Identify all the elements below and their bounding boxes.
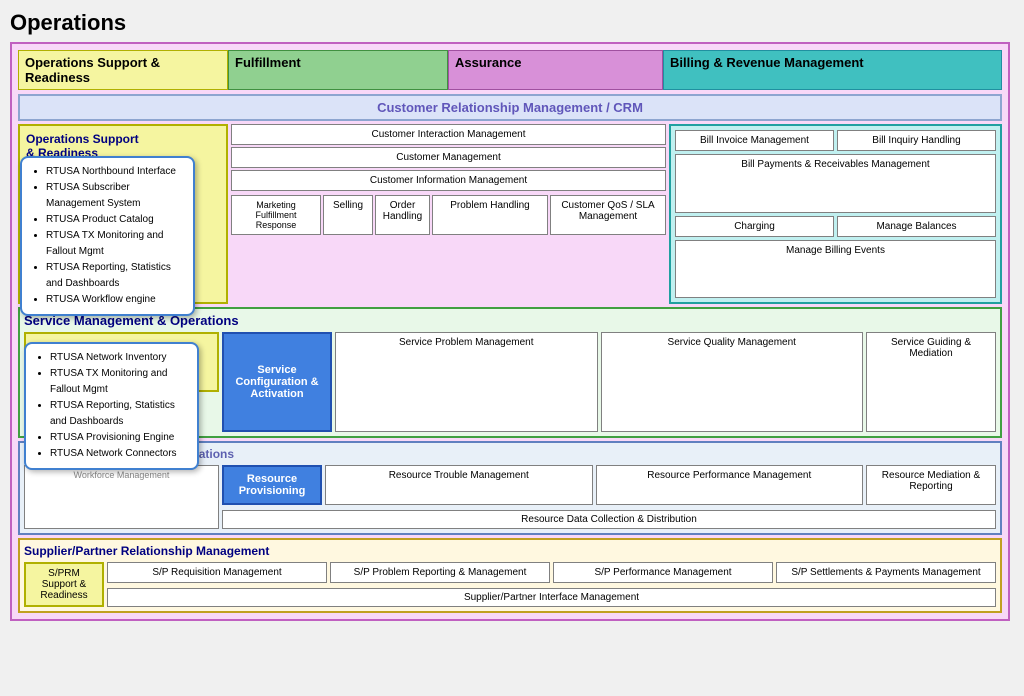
oss-tooltip: RTUSA Northbound Interface RTUSA Subscri… — [20, 156, 195, 316]
smo-config-cell: Service Configuration & Activation — [222, 332, 332, 432]
col-fulfillment: Fulfillment — [228, 50, 448, 90]
smo-left: SM&O Support & Readiness RTUSA Network I… — [24, 332, 219, 432]
marketing-cell: Marketing Fulfillment Response — [231, 195, 321, 235]
smo-guiding-cell: Service Guiding & Mediation — [866, 332, 996, 432]
selling-cell: Selling — [323, 195, 373, 235]
smo-inner: SM&O Support & Readiness RTUSA Network I… — [24, 332, 996, 432]
bill-row-1: Bill Invoice Management Bill Inquiry Han… — [675, 130, 996, 151]
oss-item-4: RTUSA TX Monitoring and Fallout Mgmt — [46, 228, 183, 260]
smo-item-1: RTUSA Network Inventory — [50, 350, 187, 366]
resource-performance-cell: Resource Performance Management — [596, 465, 864, 505]
col-ops-support: Operations Support & Readiness — [18, 50, 228, 90]
bill-payments-cell: Bill Payments & Receivables Management — [675, 154, 996, 213]
sp-title: Supplier/Partner Relationship Management — [24, 544, 996, 558]
top-section: Operations Support& Readiness RTUSA Nort… — [18, 124, 1002, 304]
outer-frame: Operations Support & Readiness Fulfillme… — [10, 42, 1010, 621]
bill-inquiry-cell: Bill Inquiry Handling — [837, 130, 996, 151]
sp-requisition-cell: S/P Requisition Management — [107, 562, 327, 583]
sp-settlements-cell: S/P Settlements & Payments Management — [776, 562, 996, 583]
smo-item-4: RTUSA Provisioning Engine — [50, 430, 187, 446]
customer-qos-cell: Customer QoS / SLA Management — [550, 195, 666, 235]
customer-area: Customer Interaction Management Customer… — [231, 124, 666, 304]
smo-right: Service Configuration & Activation Servi… — [222, 332, 996, 432]
smo-item-2: RTUSA TX Monitoring and Fallout Mgmt — [50, 366, 187, 398]
billing-section: Bill Invoice Management Bill Inquiry Han… — [669, 124, 1002, 304]
customer-interaction-row: Customer Interaction Management — [231, 124, 666, 145]
oss-item-5: RTUSA Reporting, Statistics and Dashboar… — [46, 260, 183, 292]
oss-box: Operations Support& Readiness RTUSA Nort… — [18, 124, 228, 304]
sp-inner: S/PRM Support & Readiness S/P Requisitio… — [24, 562, 996, 607]
charging-cell: Charging — [675, 216, 834, 237]
oss-item-6: RTUSA Workflow engine — [46, 292, 183, 308]
smo-quality-cell: Service Quality Management — [601, 332, 864, 432]
crm-row: Customer Relationship Management / CRM — [18, 94, 1002, 121]
smo-item-5: RTUSA Network Connectors — [50, 446, 187, 462]
resource-data-collection-row: Resource Data Collection & Distribution — [222, 510, 996, 529]
column-headers: Operations Support & Readiness Fulfillme… — [18, 50, 1002, 90]
resource-provisioning-cell: Resource Provisioning — [222, 465, 322, 505]
resource-trouble-cell: Resource Trouble Management — [325, 465, 593, 505]
sp-support-box: S/PRM Support & Readiness — [24, 562, 104, 607]
smo-item-3: RTUSA Reporting, Statistics and Dashboar… — [50, 398, 187, 430]
customer-management-row: Customer Management — [231, 147, 666, 168]
oss-item-1: RTUSA Northbound Interface — [46, 164, 183, 180]
resource-mediation-cell: Resource Mediation & Reporting — [866, 465, 996, 505]
smo-tooltip: RTUSA Network Inventory RTUSA TX Monitor… — [24, 342, 199, 470]
sp-section: Supplier/Partner Relationship Management… — [18, 538, 1002, 613]
customer-information-row: Customer Information Management — [231, 170, 666, 191]
customer-bottom-row: Marketing Fulfillment Response Selling O… — [231, 195, 666, 235]
bill-invoice-cell: Bill Invoice Management — [675, 130, 834, 151]
sp-left: S/PRM Support & Readiness — [24, 562, 104, 607]
sp-support-label: S/PRM Support & Readiness — [30, 568, 98, 601]
oss-item-3: RTUSA Product Catalog — [46, 212, 183, 228]
smo-section: Service Management & Operations SM&O Sup… — [18, 307, 1002, 438]
sp-interface-row: Supplier/Partner Interface Management — [107, 588, 996, 607]
resource-workforce-cell: Workforce Management — [24, 465, 219, 529]
sp-top-row: S/P Requisition Management S/P Problem R… — [107, 562, 996, 583]
manage-billing-events-cell: Manage Billing Events — [675, 240, 996, 299]
resource-top-row: Resource Provisioning Resource Trouble M… — [222, 465, 996, 505]
bill-row-3: Charging Manage Balances — [675, 216, 996, 237]
sp-performance-cell: S/P Performance Management — [553, 562, 773, 583]
resource-right: Resource Provisioning Resource Trouble M… — [222, 465, 996, 529]
smo-list: RTUSA Network Inventory RTUSA TX Monitor… — [36, 350, 187, 462]
col-billing: Billing & Revenue Management — [663, 50, 1002, 90]
sp-problem-reporting-cell: S/P Problem Reporting & Management — [330, 562, 550, 583]
col-assurance: Assurance — [448, 50, 663, 90]
problem-handling-cell: Problem Handling — [432, 195, 548, 235]
manage-balances-cell: Manage Balances — [837, 216, 996, 237]
oss-list: RTUSA Northbound Interface RTUSA Subscri… — [32, 164, 183, 308]
resource-left: Workforce Management — [24, 465, 219, 529]
resource-inner: Workforce Management Resource Provisioni… — [24, 465, 996, 529]
smo-problem-cell: Service Problem Management — [335, 332, 598, 432]
page-title: Operations — [10, 10, 1014, 36]
sp-right: S/P Requisition Management S/P Problem R… — [107, 562, 996, 607]
order-handling-cell: Order Handling — [375, 195, 430, 235]
oss-item-2: RTUSA Subscriber Management System — [46, 180, 183, 212]
